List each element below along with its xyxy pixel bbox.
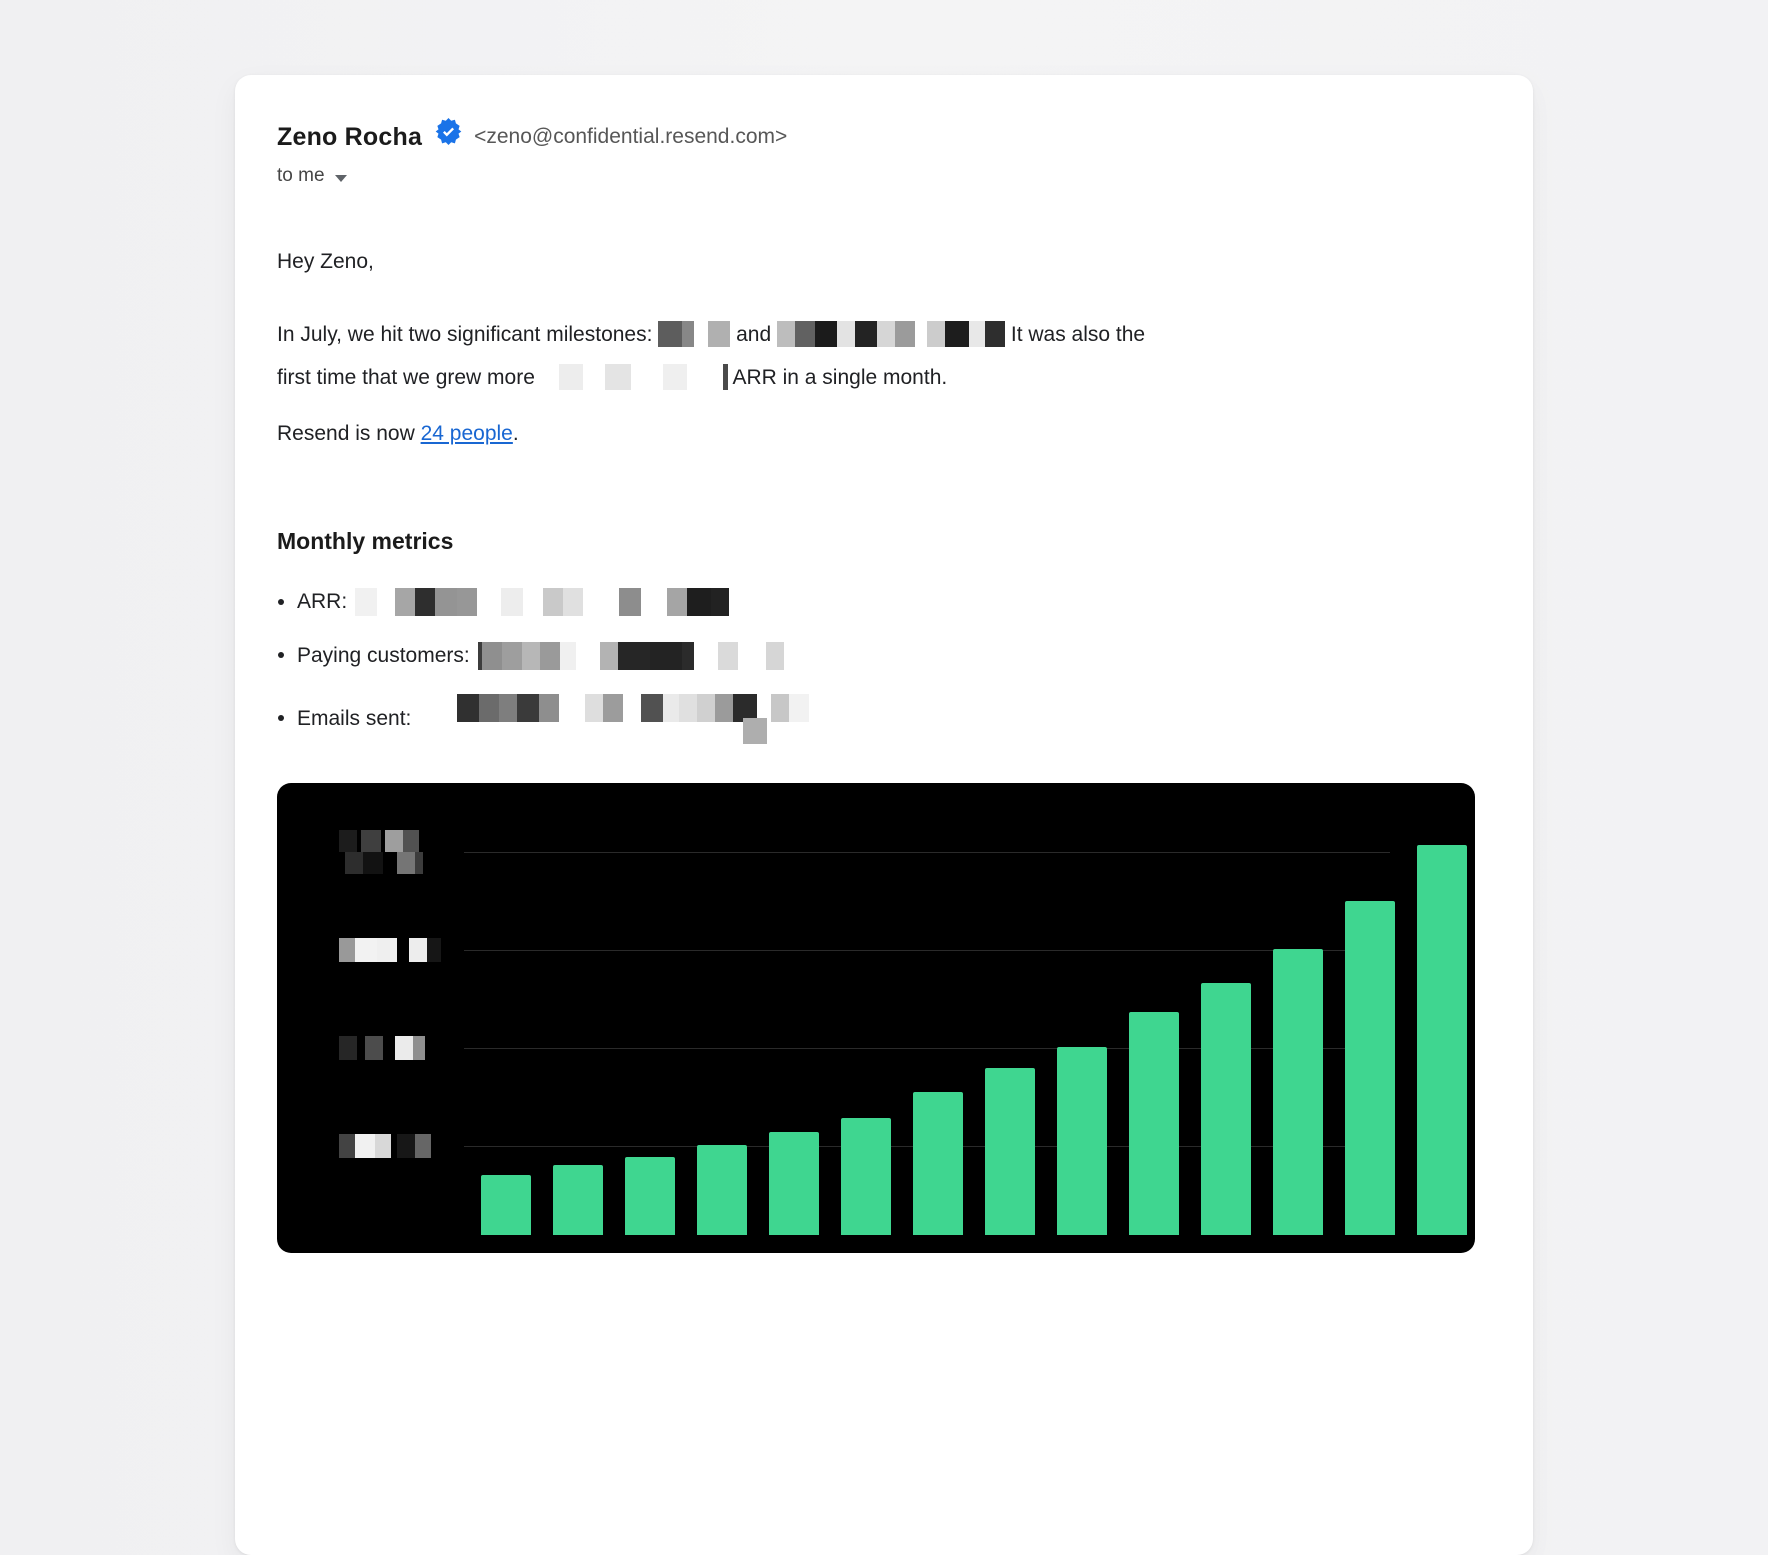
list-item-paying-customers: Paying customers: [297, 640, 1491, 670]
bar [1057, 1047, 1107, 1235]
metrics-chart [277, 783, 1475, 1253]
bar [1129, 1012, 1179, 1235]
sender-row: Zeno Rocha <zeno@confidential.resend.com… [277, 117, 1491, 156]
bar [1345, 901, 1395, 1235]
metric-label: Emails sent: [297, 704, 411, 734]
line2-lead: first time that we grew more [277, 366, 535, 389]
bar [625, 1157, 675, 1235]
metric-label: ARR: [297, 587, 347, 617]
list-item-arr: ARR: [297, 587, 1491, 617]
bar [553, 1165, 603, 1235]
bar-series [481, 783, 1467, 1235]
redacted-growth-amount [541, 364, 728, 390]
people-count-link[interactable]: 24 people [421, 422, 513, 445]
bar [481, 1175, 531, 1235]
redacted-milestone-2 [777, 321, 1005, 347]
team-size-line: Resend is now 24 people. [277, 419, 1491, 449]
resend-post: . [513, 422, 519, 445]
verified-badge-icon [435, 118, 462, 157]
sender-name: Zeno Rocha [277, 121, 422, 153]
resend-pre: Resend is now [277, 422, 415, 445]
redacted-axis-label [339, 852, 423, 874]
line2-tail: ARR in a single month. [732, 366, 947, 389]
redacted-emails-value [419, 694, 809, 744]
redacted-axis-label [339, 1134, 431, 1158]
page-background: { "header": { "sender_name": "Zeno Rocha… [0, 0, 1768, 1160]
conjunction: and [736, 323, 771, 346]
milestones-paragraph: In July, we hit two significant mileston… [277, 313, 1491, 399]
metrics-list: ARR: Paying customers: Emails sent: [277, 587, 1491, 744]
email-card: Zeno Rocha <zeno@confidential.resend.com… [235, 75, 1533, 1555]
recipient-label: to me [277, 163, 325, 189]
metrics-heading: Monthly metrics [277, 525, 1491, 557]
greeting: Hey Zeno, [277, 247, 1491, 277]
redacted-arr-value [355, 588, 729, 616]
bar [841, 1118, 891, 1235]
chevron-down-icon [335, 175, 347, 182]
sender-email: <zeno@confidential.resend.com> [474, 121, 787, 153]
metric-label: Paying customers: [297, 641, 470, 671]
redacted-milestone-1 [658, 321, 730, 347]
redacted-axis-label [339, 938, 441, 962]
milestones-intro: In July, we hit two significant mileston… [277, 323, 652, 346]
bar [1273, 949, 1323, 1235]
bar [697, 1145, 747, 1235]
line1-tail: It was also the [1011, 323, 1145, 346]
redacted-axis-label [339, 1036, 425, 1060]
bar [913, 1092, 963, 1235]
redacted-customers-value [478, 642, 784, 670]
list-item-emails-sent: Emails sent: [297, 694, 1491, 744]
bar [1201, 983, 1251, 1235]
bar [985, 1068, 1035, 1235]
bar [1417, 845, 1467, 1235]
recipient-dropdown[interactable]: to me [277, 163, 347, 189]
bar [769, 1132, 819, 1235]
redacted-axis-label [339, 830, 419, 852]
